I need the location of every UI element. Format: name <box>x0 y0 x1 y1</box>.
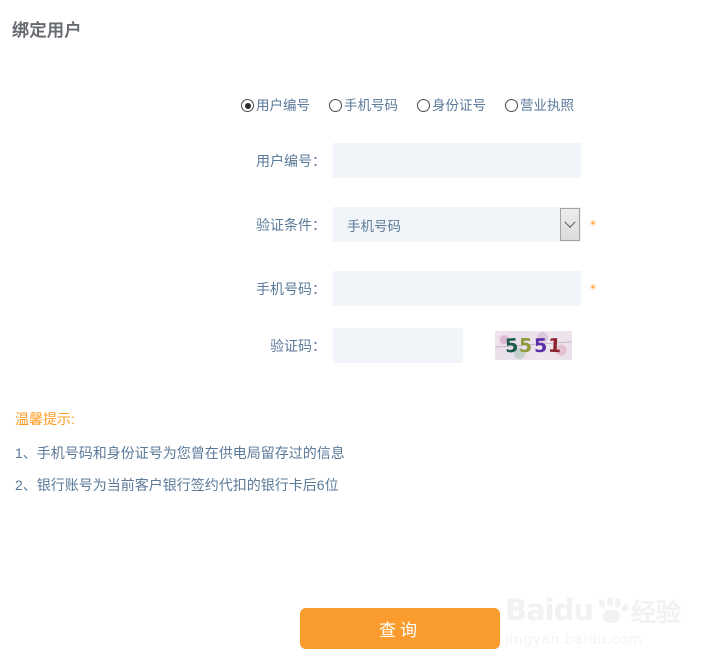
watermark-url: jingyan.baidu.com <box>505 632 643 648</box>
radio-mark-user-no[interactable] <box>241 99 254 113</box>
required-star-mobile: * <box>590 281 596 296</box>
form-row-mobile: 手机号码： * <box>241 271 596 306</box>
form-row-user-no: 用户编号： <box>241 143 581 178</box>
radio-option-mobile[interactable]: 手机号码 <box>329 99 398 113</box>
tips-item-1: 1、手机号码和身份证号为您曾在供电局留存过的信息 <box>15 445 345 461</box>
radio-option-business-license[interactable]: 营业执照 <box>505 99 574 113</box>
chevron-down-icon[interactable] <box>560 208 580 241</box>
captcha-image[interactable]: 5 5 5 1 <box>495 331 572 360</box>
radio-label-id-card: 身份证号 <box>432 98 486 113</box>
required-star-verify-condition: * <box>590 217 596 232</box>
select-verify-condition[interactable]: 手机号码 <box>333 207 581 242</box>
captcha-digit-2: 5 <box>518 334 534 357</box>
input-mobile[interactable] <box>333 271 581 306</box>
form-row-captcha: 验证码： 5 5 5 1 <box>241 328 572 363</box>
captcha-digit-1: 5 <box>504 334 520 357</box>
radio-option-id-card[interactable]: 身份证号 <box>417 99 486 113</box>
watermark-brand-cn: 经验 <box>631 598 682 627</box>
form-row-verify-condition: 验证条件： 手机号码 * <box>241 207 596 242</box>
input-user-no[interactable] <box>333 143 581 178</box>
submit-query-button[interactable]: 查询 <box>300 608 500 649</box>
identity-type-radio-group: 用户编号 手机号码 身份证号 营业执照 <box>241 99 574 113</box>
baidu-jingyan-watermark: Baidu 经验 jingyan.baidu.com <box>505 596 705 660</box>
label-user-no: 用户编号： <box>256 152 326 169</box>
radio-mark-business-license[interactable] <box>505 99 518 113</box>
radio-mark-id-card[interactable] <box>417 99 430 113</box>
captcha-digit-3: 5 <box>533 334 549 357</box>
paw-icon <box>597 597 630 625</box>
watermark-logo: Baidu 经验 <box>505 593 705 627</box>
radio-label-mobile: 手机号码 <box>344 98 398 113</box>
watermark-brand-text: Baidu <box>505 593 594 627</box>
radio-option-user-no[interactable]: 用户编号 <box>241 99 310 113</box>
captcha-digit-4: 1 <box>547 334 563 357</box>
page-title: 绑定用户 <box>12 21 82 40</box>
radio-label-user-no: 用户编号 <box>256 98 310 113</box>
radio-mark-mobile[interactable] <box>329 99 342 113</box>
select-verify-condition-value: 手机号码 <box>347 218 401 234</box>
label-verify-condition: 验证条件： <box>256 216 326 233</box>
input-captcha[interactable] <box>333 328 463 363</box>
label-captcha: 验证码： <box>270 337 326 354</box>
label-mobile: 手机号码： <box>256 280 326 297</box>
tips-section: 温馨提示: 1、手机号码和身份证号为您曾在供电局留存过的信息 2、银行账号为当前… <box>15 409 575 507</box>
tips-title: 温馨提示: <box>15 411 75 427</box>
tips-item-2: 2、银行账号为当前客户银行签约代扣的银行卡后6位 <box>15 477 339 493</box>
radio-label-business-license: 营业执照 <box>520 98 574 113</box>
